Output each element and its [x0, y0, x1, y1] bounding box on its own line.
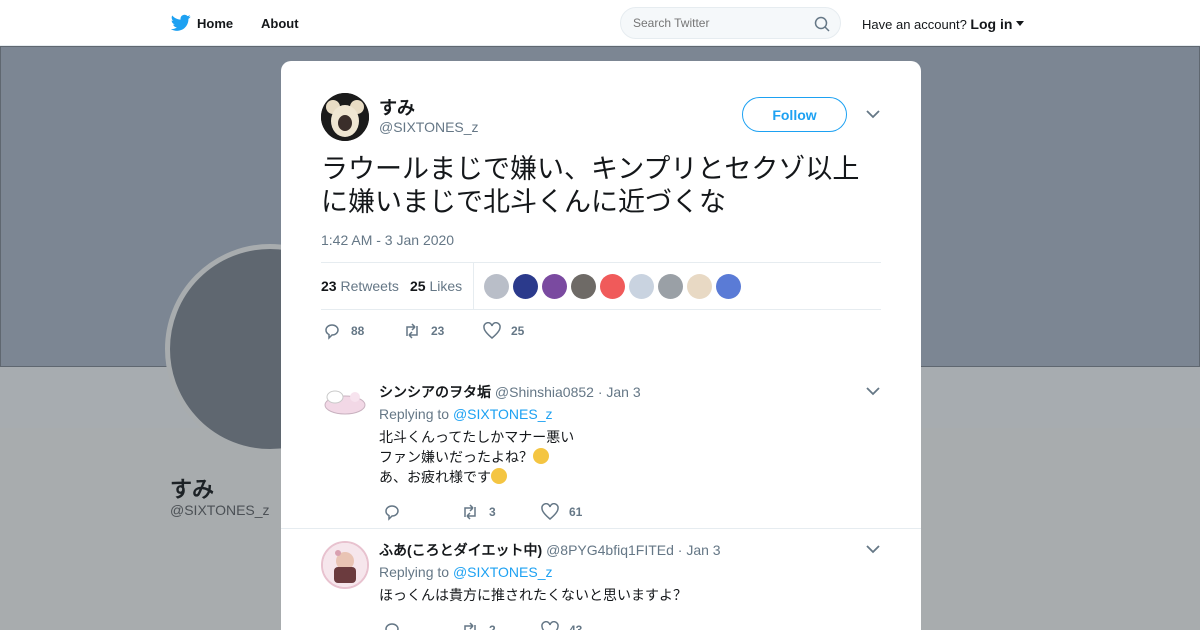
account-prompt: Have an account? Log in — [862, 16, 1025, 32]
top-navigation: Home About Have an account? Log in — [0, 0, 1200, 46]
tweet-timestamp[interactable]: 1:42 AM - 3 Jan 2020 — [321, 232, 454, 248]
liker-avatar[interactable] — [687, 274, 712, 299]
chevron-down-icon[interactable] — [866, 109, 880, 119]
retweet-icon — [464, 504, 476, 520]
retweet-label: Retweets — [340, 278, 399, 294]
reply-header: シンシアのヲタ垢 @Shinshia0852 · Jan 3 — [379, 382, 641, 402]
tweet-modal: すみ @SIXTONES_z Follow ラウールまじで嫌い、キンプリとセクゾ… — [281, 61, 921, 630]
caret-down-icon[interactable] — [1016, 21, 1025, 27]
reply-icon — [385, 623, 399, 630]
reply-header: ふあ(ころとダイエット中) @8PYG4bfiq1FITEd · Jan 3 — [379, 540, 721, 560]
twitter-bird-icon[interactable] — [171, 14, 191, 32]
reply-icon — [385, 505, 399, 521]
nav-about-link[interactable]: About — [261, 16, 299, 31]
reply-avatar[interactable] — [321, 377, 369, 425]
mention-link[interactable]: @SIXTONES_z — [453, 564, 553, 580]
reply-line: ほっくんは貴方に推されたくないと思いますよ？ — [379, 588, 687, 604]
search-box[interactable] — [620, 7, 841, 39]
nav-home-link[interactable]: Home — [197, 16, 233, 31]
retweet-icon — [464, 622, 476, 630]
liker-avatar[interactable] — [571, 274, 596, 299]
liker-avatar[interactable] — [484, 274, 509, 299]
reply-line: ファン嫌いだったよね？ — [379, 450, 533, 466]
author-handle[interactable]: @SIXTONES_z — [379, 119, 479, 135]
tears-of-joy-icon — [491, 468, 507, 484]
liker-avatar[interactable] — [600, 274, 625, 299]
like-stat[interactable]: 25 Likes — [410, 278, 462, 294]
retweet-stat[interactable]: 23 Retweets — [321, 278, 399, 294]
heart-icon — [541, 503, 559, 520]
retweet-icon — [406, 323, 418, 339]
reply-avatar[interactable] — [321, 541, 369, 589]
follow-button[interactable]: Follow — [742, 97, 847, 132]
retweet-count: 23 — [321, 278, 337, 294]
replying-to: Replying to @SIXTONES_z — [379, 564, 552, 580]
profile-name: すみ — [170, 477, 215, 502]
like-count: 43 — [569, 623, 583, 630]
stats-divider — [473, 263, 474, 310]
retweet-count: 2 — [489, 623, 496, 630]
liker-avatar[interactable] — [629, 274, 654, 299]
liker-avatar[interactable] — [658, 274, 683, 299]
reply-author-name[interactable]: シンシアのヲタ垢 — [379, 384, 491, 400]
like-label: Likes — [429, 278, 463, 294]
reply-line: あ、お疲れ様です — [379, 470, 491, 486]
retweet-count: 23 — [431, 324, 445, 338]
reply-item[interactable]: ふあ(ころとダイエット中) @8PYG4bfiq1FITEd · Jan 3 R… — [281, 529, 921, 630]
chevron-down-icon[interactable] — [866, 544, 880, 554]
tweet-stats: 23 Retweets 25 Likes — [321, 262, 881, 310]
liker-avatar[interactable] — [513, 274, 538, 299]
replying-to: Replying to @SIXTONES_z — [379, 406, 552, 422]
like-count-action: 25 — [511, 324, 525, 338]
mention-link[interactable]: @SIXTONES_z — [453, 406, 553, 422]
reply-text: ほっくんは貴方に推されたくないと思いますよ？ — [379, 586, 687, 606]
reply-author-handle[interactable]: @8PYG4bfiq1FITEd — [546, 542, 674, 558]
author-avatar[interactable] — [321, 93, 369, 141]
chevron-down-icon[interactable] — [866, 386, 880, 396]
reply-icon — [325, 324, 339, 340]
author-name[interactable]: すみ — [379, 94, 415, 120]
reply-line: 北斗くんってたしかマナー悪い — [379, 430, 575, 446]
have-account-text: Have an account? — [862, 17, 967, 32]
like-count: 25 — [410, 278, 426, 294]
search-input[interactable] — [633, 16, 803, 30]
tweet-text: ラウールまじで嫌い、キンプリとセクゾ以上に嫌いまじで北斗くんに近づくな — [321, 154, 860, 218]
reply-date[interactable]: · Jan 3 — [678, 542, 721, 558]
reply-item[interactable]: シンシアのヲタ垢 @Shinshia0852 · Jan 3 Replying … — [281, 361, 921, 529]
reply-count: 88 — [351, 324, 365, 338]
like-count: 61 — [569, 505, 583, 519]
liker-avatar[interactable] — [716, 274, 741, 299]
reply-author-name[interactable]: ふあ(ころとダイエット中) — [379, 542, 542, 558]
reply-text: 北斗くんってたしかマナー悪い ファン嫌いだったよね？ あ、お疲れ様です — [379, 428, 574, 488]
close-icon[interactable] — [1156, 13, 1176, 33]
liker-avatar[interactable] — [542, 274, 567, 299]
profile-handle: @SIXTONES_z — [170, 502, 270, 518]
retweet-count: 3 — [489, 505, 496, 519]
heart-icon — [483, 322, 501, 339]
thinking-face-icon — [533, 448, 549, 464]
heart-icon — [541, 621, 559, 630]
reply-date[interactable]: · Jan 3 — [598, 384, 641, 400]
search-icon[interactable] — [814, 16, 830, 32]
replying-prefix: Replying to — [379, 564, 450, 580]
reply-author-handle[interactable]: @Shinshia0852 — [495, 384, 594, 400]
replying-prefix: Replying to — [379, 406, 450, 422]
login-link[interactable]: Log in — [970, 16, 1012, 32]
